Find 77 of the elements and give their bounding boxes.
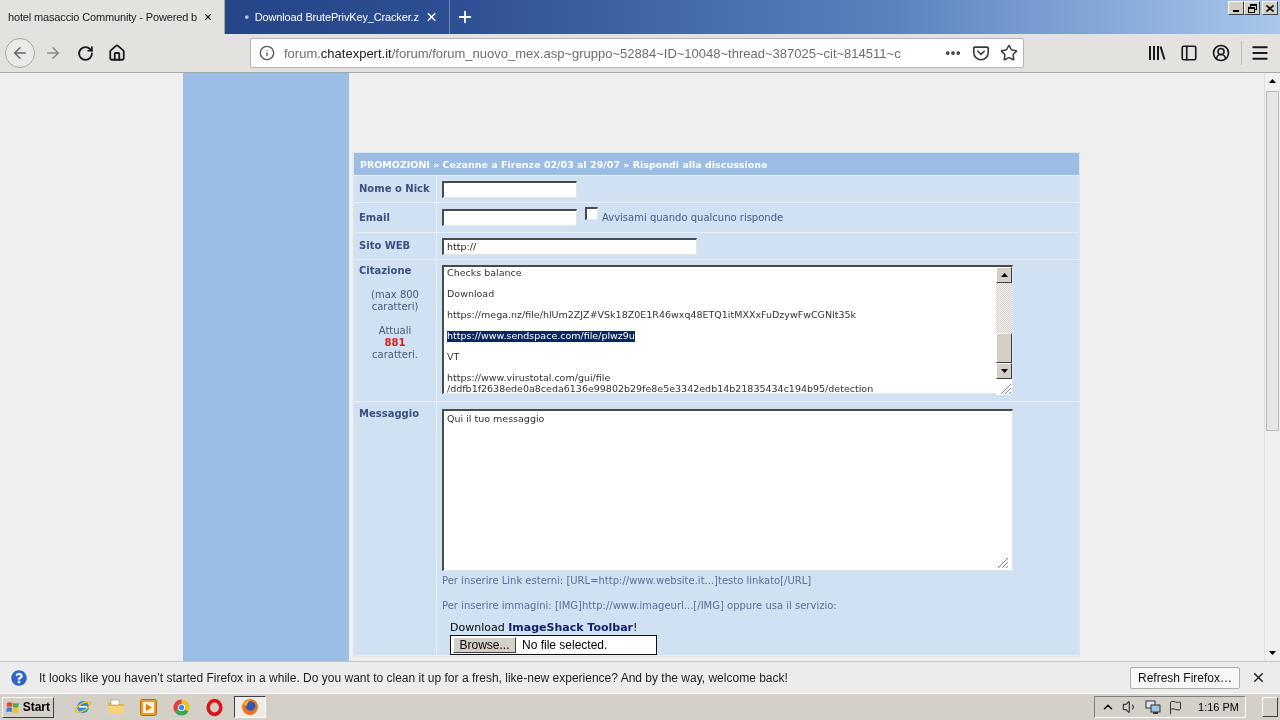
scroll-down-button[interactable] xyxy=(996,363,1012,379)
field-label: Email xyxy=(359,211,390,224)
triangle-down-icon xyxy=(1269,651,1276,655)
url-text: forum.chatexpert.it/forum/forum_nuovo_mex.asp~gruppo~52884~ID~10048~thread~387025~cit~814511~c xyxy=(284,45,901,61)
arrow-right-icon[interactable] xyxy=(44,44,62,62)
menu-icon[interactable] xyxy=(1250,43,1270,63)
show-desktop-button[interactable] xyxy=(1262,697,1278,717)
orb-icon xyxy=(241,698,259,716)
dot-icon xyxy=(245,15,249,19)
globe-ring-icon[interactable] xyxy=(73,698,92,716)
minimize-button[interactable] xyxy=(1228,1,1244,15)
pocket-icon[interactable] xyxy=(972,44,990,62)
resize-grip-icon[interactable] xyxy=(1000,383,1012,395)
quote-text-line: https://www.virustotal.com/gui/file xyxy=(447,373,611,384)
close-icon xyxy=(1266,4,1274,12)
star-icon[interactable] xyxy=(1000,44,1018,62)
browse-button[interactable]: Browse... xyxy=(453,637,516,653)
clock[interactable]: 1:16 PM xyxy=(1198,701,1239,713)
field-label: Nome o Nick xyxy=(359,183,430,195)
quote-text-line: https://mega.nz/file/hlUm2ZJZ#VSk18Z0E1R46wxq48ETQ1itMXXxFuDzywFwCGNlt35k xyxy=(447,310,856,321)
toolbar-link[interactable]: ImageShack Toolbar xyxy=(508,621,633,634)
notify-label: Avvisami quando qualcuno risponde xyxy=(602,212,784,223)
info-icon[interactable] xyxy=(259,45,275,61)
segmented-circle-icon[interactable] xyxy=(173,698,190,716)
field-label: Sito WEB xyxy=(359,240,411,252)
notify-checkbox[interactable] xyxy=(585,207,598,220)
plus-icon[interactable] xyxy=(456,8,474,26)
counter-label: Attuali xyxy=(377,325,413,337)
website-input[interactable]: http:// xyxy=(442,237,697,255)
media-play-icon[interactable] xyxy=(140,698,157,716)
reload-icon[interactable] xyxy=(76,44,94,62)
triangle-down-icon xyxy=(1000,369,1008,373)
breadcrumb-text: PROMOZIONI » Cezanne a Firenze 02/03 al 29/07 » Rispondi alla discussione xyxy=(360,158,768,170)
triangle-up-icon xyxy=(1269,79,1276,83)
address-field[interactable]: forum.chatexpert.it/forum/forum_nuovo_mex.asp~gruppo~52884~ID~10048~thread~387025~cit~814511~c xyxy=(250,38,1024,68)
formatting-hint: Per inserire Link esterni: [URL=http://www.website.it...]testo linkato[/URL] xyxy=(442,574,812,587)
library-icon[interactable] xyxy=(1148,44,1166,62)
field-label: Citazione xyxy=(359,265,412,277)
triangle-up-icon xyxy=(1000,273,1008,277)
start-button[interactable]: Start xyxy=(2,696,54,718)
scrollbar-thumb[interactable] xyxy=(1266,91,1279,431)
page-scrollbar[interactable] xyxy=(1264,73,1280,661)
name-input[interactable] xyxy=(442,180,577,198)
quote-text-line: /ddfb1f2638ede0a8ceda6136e99802b29fe8e5e3342edb14b21835434c194b95/detection xyxy=(447,383,874,393)
ring-icon[interactable] xyxy=(206,698,223,716)
scroll-up-button[interactable] xyxy=(996,267,1012,283)
flag-logo-icon xyxy=(6,699,20,715)
home-icon[interactable] xyxy=(108,44,126,62)
quote-text-line: Checks balance xyxy=(447,268,522,279)
help-icon xyxy=(11,669,27,686)
sidebar-icon[interactable] xyxy=(1180,44,1198,62)
counter-unit: caratteri. xyxy=(371,349,419,361)
counter-value: 881 xyxy=(383,337,407,349)
quote-text-line: VT xyxy=(447,352,460,363)
browser-tab[interactable]: hotel masaccio Community - Powered b xyxy=(0,0,225,34)
limit-note: (max 800 caratteri) xyxy=(370,289,420,313)
account-icon[interactable] xyxy=(1212,44,1230,62)
flag-icon[interactable] xyxy=(1168,699,1184,715)
restore-button[interactable] xyxy=(1244,1,1260,15)
formatting-hint: Per inserire immagini: [IMG]http://www.imageurl...[/IMG] oppure usa il servizio: xyxy=(442,599,837,612)
email-input[interactable] xyxy=(442,209,577,226)
refresh-button[interactable]: Refresh Firefox… xyxy=(1129,666,1240,689)
close-icon[interactable] xyxy=(1251,670,1266,685)
file-status: No file selected. xyxy=(522,638,608,652)
network-icon[interactable] xyxy=(1145,699,1162,715)
close-window-button[interactable] xyxy=(1262,1,1278,15)
resize-grip-icon[interactable] xyxy=(997,557,1009,569)
quote-text-line: Download xyxy=(447,289,495,300)
quote-textarea[interactable] xyxy=(442,265,1013,394)
upload-prompt: Download ImageShack Toolbar! xyxy=(450,621,639,634)
restore-icon xyxy=(1247,3,1257,13)
taskbar-window-button[interactable] xyxy=(234,696,266,718)
message-textarea[interactable]: Qui il tuo messaggio xyxy=(442,409,1013,571)
notification-message: It looks like you haven’t started Firefox in a while. Do you want to clean it up for a fresh, like-new experience? And by the way, welcome back! xyxy=(39,670,788,685)
file-input[interactable]: Browse... No file selected. xyxy=(450,635,657,655)
field-label: Messaggio xyxy=(359,408,419,420)
back-button[interactable] xyxy=(5,38,35,68)
